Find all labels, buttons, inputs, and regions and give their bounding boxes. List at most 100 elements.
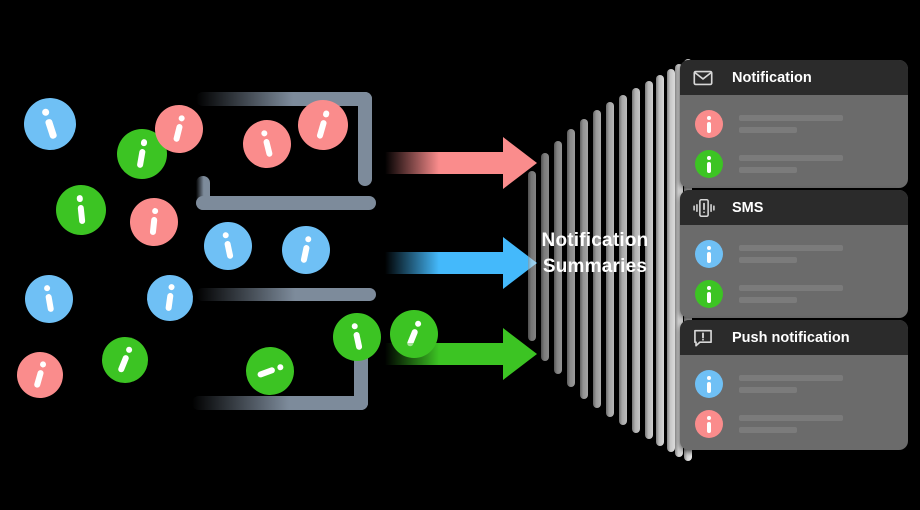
info-glyph-dot [706, 375, 712, 380]
info-glyph-dot [140, 138, 148, 147]
info-circle [237, 114, 297, 174]
panel-title: Push notification [732, 329, 850, 346]
info-glyph-dot [706, 415, 712, 420]
info-glyph-stem [706, 382, 712, 393]
info-circle [239, 340, 301, 402]
info-icon [695, 240, 723, 268]
placeholder-line [739, 285, 843, 291]
panel-title: SMS [732, 199, 764, 216]
notification-row[interactable] [680, 234, 908, 274]
info-glyph-dot [39, 360, 47, 369]
envelope-icon [692, 67, 714, 89]
placeholder-line [739, 245, 843, 251]
info-glyph-stem [33, 369, 44, 389]
info-glyph-stem [315, 119, 328, 140]
info-glyph-dot [221, 231, 230, 239]
placeholder-line [739, 115, 843, 121]
info-icon [695, 280, 723, 308]
info-glyph-dot [43, 284, 51, 292]
notification-row[interactable] [680, 404, 908, 444]
panel-body [680, 95, 908, 188]
arrow-shaft [385, 343, 505, 365]
info-circle [127, 195, 181, 249]
info-glyph-dot [321, 109, 331, 118]
info-glyph-dot [260, 129, 268, 137]
info-glyph-stem [706, 292, 712, 303]
center-label: Notification Summaries [505, 228, 685, 280]
speech-bubble-alert-icon [692, 327, 714, 349]
row-placeholder-lines [739, 155, 843, 173]
info-circle [17, 91, 83, 157]
info-glyph-stem [706, 252, 712, 263]
info-glyph-dot [706, 115, 712, 120]
panel-header: SMS [680, 190, 908, 225]
vibrating-phone-icon [692, 197, 715, 219]
info-glyph-dot [304, 235, 312, 243]
info-glyph-dot [413, 319, 423, 328]
arrow-shaft [385, 252, 505, 274]
info-glyph-stem [117, 354, 130, 373]
placeholder-line [739, 387, 797, 393]
pink-arrow [385, 137, 537, 189]
info-glyph-dot [276, 362, 285, 371]
info-icon [695, 110, 723, 138]
info-glyph-stem [706, 122, 712, 133]
panel-body [680, 355, 908, 450]
info-icon [695, 370, 723, 398]
info-circle [328, 308, 386, 366]
info-circle [95, 330, 155, 390]
info-glyph-dot [41, 108, 51, 117]
info-glyph-dot [177, 114, 186, 122]
info-circle [144, 272, 196, 324]
info-glyph-stem [76, 204, 86, 225]
notification-row[interactable] [680, 144, 908, 184]
row-placeholder-lines [739, 415, 843, 433]
info-glyph-stem [223, 240, 234, 260]
panel-title: Notification [732, 69, 812, 86]
info-glyph-dot [167, 283, 175, 291]
placeholder-line [739, 297, 797, 303]
placeholder-line [739, 427, 797, 433]
info-glyph-dot [350, 322, 359, 330]
placeholder-line [739, 257, 797, 263]
notification-row[interactable] [680, 364, 908, 404]
info-icon [695, 150, 723, 178]
center-label-line1: Notification [541, 230, 649, 251]
info-glyph-stem [299, 244, 310, 264]
row-placeholder-lines [739, 285, 843, 303]
green-arrow [385, 328, 537, 380]
placeholder-line [739, 375, 843, 381]
notification-row[interactable] [680, 104, 908, 144]
placeholder-line [739, 415, 843, 421]
arrow-shaft [385, 152, 505, 174]
info-glyph-stem [44, 293, 55, 313]
info-circle [199, 217, 257, 275]
panel-header: Notification [680, 60, 908, 95]
notification-row[interactable] [680, 274, 908, 314]
info-glyph-dot [124, 345, 133, 354]
info-glyph-dot [706, 155, 712, 160]
placeholder-line [739, 127, 797, 133]
panel-push-notification[interactable]: Push notification [680, 320, 908, 450]
info-glyph-stem [262, 138, 274, 158]
info-circle [277, 221, 335, 279]
info-glyph-dot [706, 245, 712, 250]
panel-sms[interactable]: SMS [680, 190, 908, 318]
panel-body [680, 225, 908, 318]
row-placeholder-lines [739, 245, 843, 263]
info-circle [11, 346, 69, 404]
info-glyph-stem [165, 292, 174, 312]
placeholder-line [739, 155, 843, 161]
info-glyph-dot [151, 207, 159, 215]
info-glyph-stem [136, 148, 146, 169]
info-icon [695, 410, 723, 438]
info-glyph-stem [172, 123, 183, 143]
info-circle [53, 182, 109, 238]
info-glyph-stem [706, 162, 712, 173]
panel-notification[interactable]: Notification [680, 60, 908, 188]
info-glyph-stem [256, 366, 276, 379]
info-glyph-stem [706, 422, 712, 433]
diagram-canvas: Notification Summaries Notification SMS Pu… [0, 0, 920, 510]
center-label-line2: Summaries [542, 256, 648, 277]
placeholder-line [739, 167, 797, 173]
